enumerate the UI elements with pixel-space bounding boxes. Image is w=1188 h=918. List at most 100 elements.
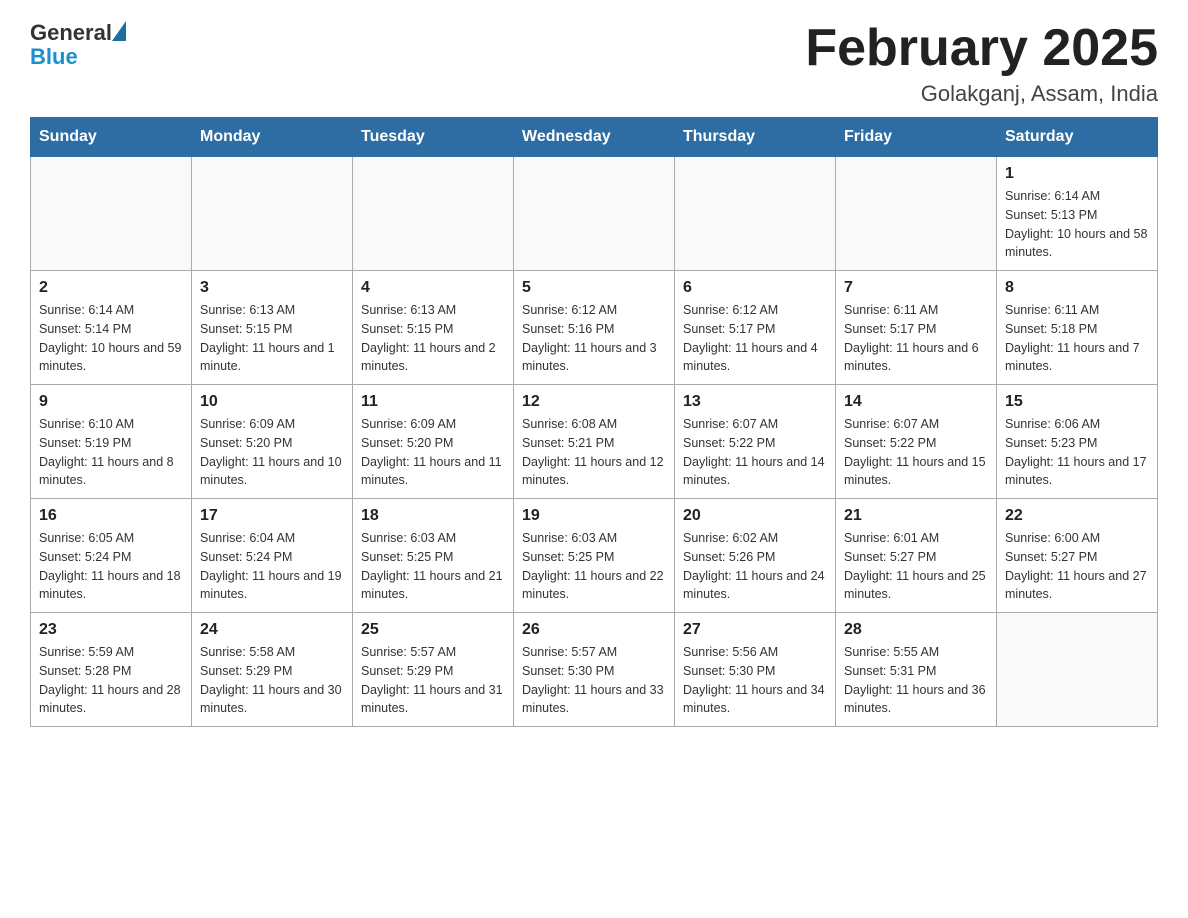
day-number: 12 [522,393,666,411]
calendar-cell [31,157,192,271]
logo-blue-text: Blue [30,44,126,70]
sun-info: Sunrise: 6:11 AM Sunset: 5:18 PM Dayligh… [1005,301,1149,376]
sun-info: Sunrise: 6:13 AM Sunset: 5:15 PM Dayligh… [361,301,505,376]
page-header: General Blue February 2025 Golakganj, As… [30,20,1158,107]
calendar-cell: 16Sunrise: 6:05 AM Sunset: 5:24 PM Dayli… [31,499,192,613]
sun-info: Sunrise: 6:09 AM Sunset: 5:20 PM Dayligh… [361,415,505,490]
calendar-cell: 18 Sunrise: 6:03 AM Sunset: 5:25 PM Dayli… [353,499,514,613]
calendar-cell: 27Sunrise: 5:56 AM Sunset: 5:30 PM Dayli… [675,613,836,727]
sun-info: Sunrise: 6:10 AM Sunset: 5:19 PM Dayligh… [39,415,183,490]
day-number: 9 [39,393,183,411]
calendar-header-thursday: Thursday [675,118,836,157]
day-number: 15 [1005,393,1149,411]
calendar-cell: 1 Sunrise: 6:14 AM Sunset: 5:13 PM Daylig… [997,157,1158,271]
calendar-cell: 6 Sunrise: 6:12 AM Sunset: 5:17 PM Daylig… [675,271,836,385]
day-number: 11 [361,393,505,411]
sun-info: Sunrise: 6:07 AM Sunset: 5:22 PM Dayligh… [683,415,827,490]
sun-info: Sunrise: 6:07 AM Sunset: 5:22 PM Dayligh… [844,415,988,490]
day-number: 18 [361,507,505,525]
month-title: February 2025 [805,20,1158,77]
day-number: 23 [39,621,183,639]
day-number: 8 [1005,279,1149,297]
day-number: 17 [200,507,344,525]
calendar-cell: 7Sunrise: 6:11 AM Sunset: 5:17 PM Daylig… [836,271,997,385]
calendar-cell: 21 Sunrise: 6:01 AM Sunset: 5:27 PM Dayli… [836,499,997,613]
day-number: 13 [683,393,827,411]
day-number: 24 [200,621,344,639]
sun-info: Sunrise: 6:12 AM Sunset: 5:17 PM Dayligh… [683,301,827,376]
day-number: 4 [361,279,505,297]
calendar-cell: 8 Sunrise: 6:11 AM Sunset: 5:18 PM Daylig… [997,271,1158,385]
logo: General Blue [30,20,126,70]
calendar-table: SundayMondayTuesdayWednesdayThursdayFrid… [30,117,1158,727]
sun-info: Sunrise: 6:00 AM Sunset: 5:27 PM Dayligh… [1005,529,1149,604]
calendar-cell: 17 Sunrise: 6:04 AM Sunset: 5:24 PM Dayli… [192,499,353,613]
day-number: 25 [361,621,505,639]
calendar-cell: 10Sunrise: 6:09 AM Sunset: 5:20 PM Dayli… [192,385,353,499]
calendar-header-tuesday: Tuesday [353,118,514,157]
calendar-cell: 28 Sunrise: 5:55 AM Sunset: 5:31 PM Dayli… [836,613,997,727]
calendar-cell [514,157,675,271]
sun-info: Sunrise: 6:04 AM Sunset: 5:24 PM Dayligh… [200,529,344,604]
day-number: 3 [200,279,344,297]
sun-info: Sunrise: 6:14 AM Sunset: 5:14 PM Dayligh… [39,301,183,376]
sun-info: Sunrise: 6:08 AM Sunset: 5:21 PM Dayligh… [522,415,666,490]
calendar-cell: 26 Sunrise: 5:57 AM Sunset: 5:30 PM Dayli… [514,613,675,727]
sun-info: Sunrise: 6:03 AM Sunset: 5:25 PM Dayligh… [361,529,505,604]
calendar-week-row: 2 Sunrise: 6:14 AM Sunset: 5:14 PM Daylig… [31,271,1158,385]
calendar-cell: 12 Sunrise: 6:08 AM Sunset: 5:21 PM Dayli… [514,385,675,499]
calendar-week-row: 16Sunrise: 6:05 AM Sunset: 5:24 PM Dayli… [31,499,1158,613]
day-number: 10 [200,393,344,411]
calendar-cell [192,157,353,271]
calendar-header-wednesday: Wednesday [514,118,675,157]
day-number: 5 [522,279,666,297]
calendar-week-row: 1 Sunrise: 6:14 AM Sunset: 5:13 PM Daylig… [31,157,1158,271]
day-number: 28 [844,621,988,639]
calendar-cell: 5 Sunrise: 6:12 AM Sunset: 5:16 PM Daylig… [514,271,675,385]
day-number: 6 [683,279,827,297]
logo-triangle-icon [112,21,126,41]
calendar-cell: 3Sunrise: 6:13 AM Sunset: 5:15 PM Daylig… [192,271,353,385]
sun-info: Sunrise: 5:57 AM Sunset: 5:30 PM Dayligh… [522,643,666,718]
calendar-cell [997,613,1158,727]
sun-info: Sunrise: 6:06 AM Sunset: 5:23 PM Dayligh… [1005,415,1149,490]
calendar-header-row: SundayMondayTuesdayWednesdayThursdayFrid… [31,118,1158,157]
day-number: 19 [522,507,666,525]
calendar-cell: 9 Sunrise: 6:10 AM Sunset: 5:19 PM Daylig… [31,385,192,499]
sun-info: Sunrise: 6:01 AM Sunset: 5:27 PM Dayligh… [844,529,988,604]
sun-info: Sunrise: 5:58 AM Sunset: 5:29 PM Dayligh… [200,643,344,718]
sun-info: Sunrise: 6:03 AM Sunset: 5:25 PM Dayligh… [522,529,666,604]
calendar-cell: 24 Sunrise: 5:58 AM Sunset: 5:29 PM Dayli… [192,613,353,727]
calendar-cell: 23 Sunrise: 5:59 AM Sunset: 5:28 PM Dayli… [31,613,192,727]
day-number: 14 [844,393,988,411]
sun-info: Sunrise: 5:59 AM Sunset: 5:28 PM Dayligh… [39,643,183,718]
day-number: 26 [522,621,666,639]
calendar-cell: 11 Sunrise: 6:09 AM Sunset: 5:20 PM Dayli… [353,385,514,499]
calendar-cell: 22 Sunrise: 6:00 AM Sunset: 5:27 PM Dayli… [997,499,1158,613]
sun-info: Sunrise: 6:05 AM Sunset: 5:24 PM Dayligh… [39,529,183,604]
calendar-cell: 25 Sunrise: 5:57 AM Sunset: 5:29 PM Dayli… [353,613,514,727]
day-number: 27 [683,621,827,639]
location-subtitle: Golakganj, Assam, India [805,81,1158,107]
calendar-cell: 14 Sunrise: 6:07 AM Sunset: 5:22 PM Dayli… [836,385,997,499]
day-number: 1 [1005,165,1149,183]
sun-info: Sunrise: 6:02 AM Sunset: 5:26 PM Dayligh… [683,529,827,604]
calendar-cell [836,157,997,271]
day-number: 2 [39,279,183,297]
calendar-header-monday: Monday [192,118,353,157]
sun-info: Sunrise: 6:12 AM Sunset: 5:16 PM Dayligh… [522,301,666,376]
calendar-cell [675,157,836,271]
sun-info: Sunrise: 6:14 AM Sunset: 5:13 PM Dayligh… [1005,187,1149,262]
calendar-cell: 2 Sunrise: 6:14 AM Sunset: 5:14 PM Daylig… [31,271,192,385]
sun-info: Sunrise: 5:57 AM Sunset: 5:29 PM Dayligh… [361,643,505,718]
calendar-cell: 20 Sunrise: 6:02 AM Sunset: 5:26 PM Dayli… [675,499,836,613]
day-number: 20 [683,507,827,525]
calendar-header-friday: Friday [836,118,997,157]
calendar-header-sunday: Sunday [31,118,192,157]
sun-info: Sunrise: 5:55 AM Sunset: 5:31 PM Dayligh… [844,643,988,718]
calendar-cell: 4 Sunrise: 6:13 AM Sunset: 5:15 PM Daylig… [353,271,514,385]
day-number: 22 [1005,507,1149,525]
day-number: 21 [844,507,988,525]
calendar-cell: 13 Sunrise: 6:07 AM Sunset: 5:22 PM Dayli… [675,385,836,499]
title-block: February 2025 Golakganj, Assam, India [805,20,1158,107]
